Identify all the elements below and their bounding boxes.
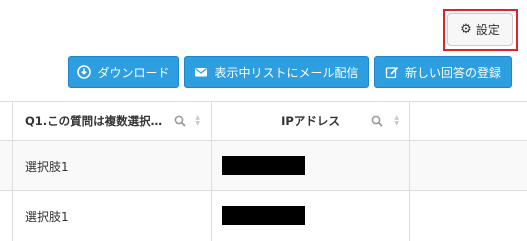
table-header: Q1.この質問は複数選択… ▲ ▼ IPアドレス ▲ ▼ bbox=[0, 101, 527, 141]
cell-q1: 選択肢1 bbox=[12, 141, 211, 191]
edit-icon bbox=[385, 65, 399, 79]
cell-empty bbox=[409, 191, 527, 241]
download-icon bbox=[77, 65, 92, 79]
send-mail-label: 表示中リストにメール配信 bbox=[214, 65, 359, 80]
settings-label: 設定 bbox=[475, 23, 500, 37]
column-header-q1[interactable]: Q1.この質問は複数選択… ▲ ▼ bbox=[12, 102, 210, 140]
new-answer-label: 新しい回答の登録 bbox=[404, 65, 501, 80]
send-mail-button[interactable]: 表示中リストにメール配信 bbox=[184, 56, 369, 88]
gear-icon: ⚙ bbox=[460, 22, 472, 37]
sort-icon[interactable]: ▲ ▼ bbox=[195, 115, 200, 127]
search-icon[interactable] bbox=[174, 115, 186, 127]
page: ⚙ 設定 ダウンロード 表示中リストにメール配信 新しい回答の登録 Q1.この質… bbox=[0, 0, 527, 241]
table-row[interactable]: 選択肢1 bbox=[0, 141, 527, 191]
download-button[interactable]: ダウンロード bbox=[68, 56, 179, 88]
download-label: ダウンロード bbox=[97, 65, 170, 80]
new-answer-button[interactable]: 新しい回答の登録 bbox=[374, 56, 512, 88]
mail-icon bbox=[194, 65, 208, 79]
cell-ip bbox=[211, 191, 409, 241]
column-header-ip[interactable]: IPアドレス ▲ ▼ bbox=[211, 102, 409, 140]
column-header-ip-label: IPアドレス bbox=[281, 114, 340, 128]
column-header-q1-label: Q1.この質問は複数選択… bbox=[25, 114, 163, 128]
cell-q1: 選択肢1 bbox=[12, 191, 211, 241]
cell-ip bbox=[211, 141, 409, 191]
table-row[interactable]: 選択肢1 bbox=[0, 191, 527, 241]
sort-icon[interactable]: ▲ ▼ bbox=[394, 115, 399, 127]
settings-button[interactable]: ⚙ 設定 bbox=[447, 13, 513, 46]
search-icon[interactable] bbox=[371, 115, 383, 127]
column-header-empty bbox=[409, 102, 527, 140]
cell-empty bbox=[409, 141, 527, 191]
redacted-ip bbox=[222, 156, 305, 175]
redacted-ip bbox=[222, 206, 305, 225]
